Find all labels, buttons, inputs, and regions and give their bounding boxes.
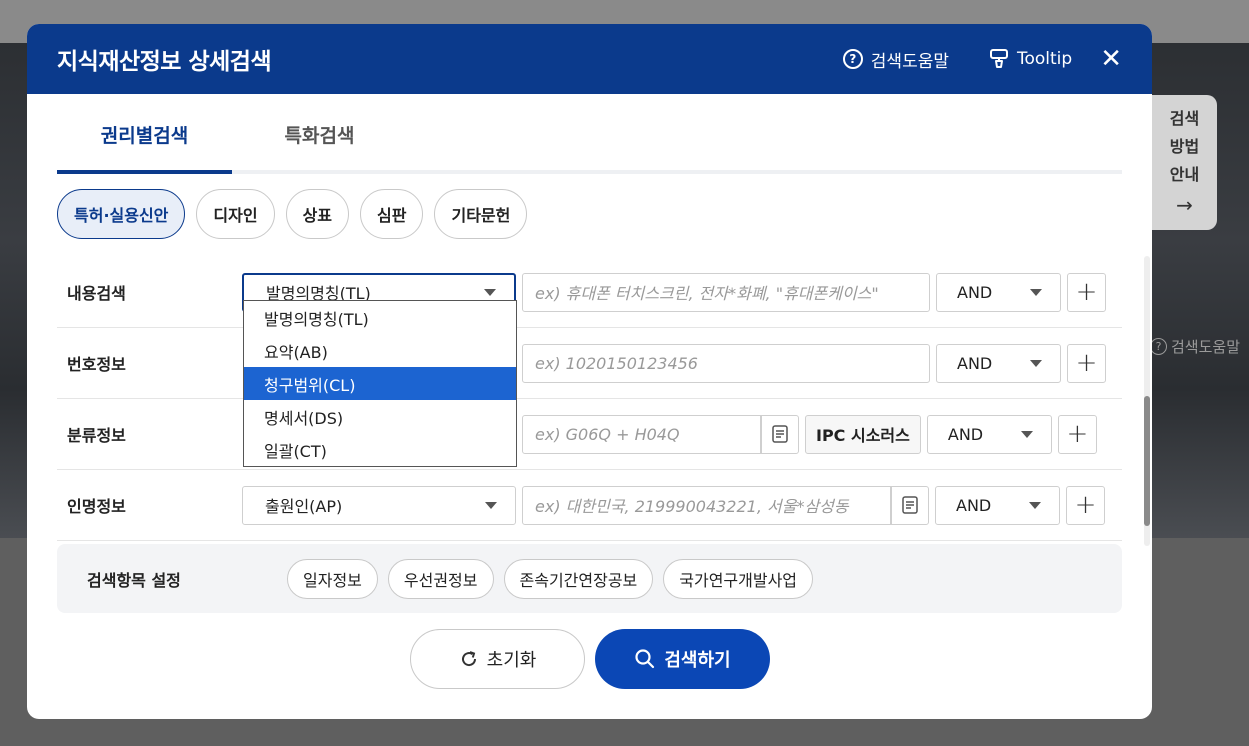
operator-select[interactable]: AND bbox=[936, 272, 1061, 312]
add-row-button[interactable]: + bbox=[1066, 485, 1105, 525]
dropdown-option-highlighted[interactable]: 청구범위(CL) bbox=[244, 367, 516, 400]
setting-national-rnd[interactable]: 국가연구개발사업 bbox=[663, 558, 814, 599]
dropdown-option[interactable]: 일괄(CT) bbox=[244, 433, 516, 466]
search-label: 검색하기 bbox=[664, 650, 731, 671]
operator-select[interactable]: AND bbox=[935, 485, 1060, 525]
add-row-button[interactable]: + bbox=[1057, 414, 1097, 454]
action-buttons: 초기화 검색하기 bbox=[410, 629, 770, 689]
advanced-search-modal: 지식재산정보 상세검색 ? 검색도움말 Tooltip ✕ 권리별검색 특화검색… bbox=[27, 24, 1152, 719]
question-icon: ? bbox=[1150, 338, 1167, 355]
arrow-right-icon: → bbox=[1176, 193, 1193, 217]
row-number-info: 번호정보 ex) 1020150123456 AND + bbox=[57, 328, 1122, 399]
document-icon bbox=[772, 425, 788, 443]
dropdown-option[interactable]: 발명의명칭(TL) bbox=[244, 301, 516, 334]
chip-patent-utility[interactable]: 특허·실용신안 bbox=[57, 189, 186, 239]
row-content-search: 내용검색 발명의명칭(TL) ex) 휴대폰 터치스크린, 전자*화폐, "휴대… bbox=[57, 257, 1122, 328]
search-item-settings: 검색항목 설정 일자정보 우선권정보 존속기간연장공보 국가연구개발사업 bbox=[57, 544, 1122, 613]
chip-trial[interactable]: 심판 bbox=[360, 189, 424, 239]
classification-lookup-button[interactable] bbox=[761, 414, 799, 454]
row-label: 번호정보 bbox=[67, 355, 126, 374]
setting-date-info[interactable]: 일자정보 bbox=[287, 558, 378, 599]
operator-value: AND bbox=[957, 353, 993, 373]
caret-down-icon bbox=[1030, 359, 1042, 367]
add-row-button[interactable]: + bbox=[1067, 343, 1106, 383]
add-row-button[interactable]: + bbox=[1067, 272, 1106, 312]
document-icon bbox=[902, 496, 918, 514]
ipc-thesaurus-button[interactable]: IPC 시소러스 bbox=[805, 414, 921, 454]
row-person-info: 인명정보 출원인(AP) ex) 대한민국, 219990043221, 서울*… bbox=[57, 470, 1122, 541]
category-chips: 특허·실용신안 디자인 상표 심판 기타문헌 bbox=[57, 189, 1122, 239]
tooltip-label: Tooltip bbox=[1017, 49, 1073, 69]
settings-label: 검색항목 설정 bbox=[87, 570, 181, 590]
select-value: 출원인(AP) bbox=[265, 497, 343, 516]
person-field-select[interactable]: 출원인(AP) bbox=[242, 485, 516, 525]
operator-value: AND bbox=[957, 282, 993, 302]
content-field-dropdown: 발명의명칭(TL) 요약(AB) 청구범위(CL) 명세서(DS) 일괄(CT) bbox=[243, 300, 517, 467]
tab-special-search[interactable]: 특화검색 bbox=[232, 94, 407, 170]
search-guide-button[interactable]: 검색 방법 안내 → bbox=[1152, 95, 1217, 230]
search-help-button[interactable]: ? 검색도움말 bbox=[842, 47, 949, 72]
modal-header: 지식재산정보 상세검색 ? 검색도움말 Tooltip ✕ bbox=[27, 24, 1152, 94]
scrollbar-thumb[interactable] bbox=[1144, 396, 1150, 526]
close-button[interactable]: ✕ bbox=[1100, 46, 1122, 72]
chip-other-documents[interactable]: 기타문헌 bbox=[434, 189, 528, 239]
operator-value: AND bbox=[956, 495, 992, 515]
operator-select[interactable]: AND bbox=[926, 414, 1052, 454]
reset-button[interactable]: 초기화 bbox=[410, 629, 585, 689]
classification-search-input[interactable]: ex) G06Q + H04Q bbox=[522, 414, 761, 454]
caret-down-icon bbox=[1029, 501, 1041, 509]
search-help-label: 검색도움말 bbox=[870, 51, 949, 72]
reset-label: 초기화 bbox=[486, 650, 537, 671]
search-guide-line2: 방법 bbox=[1169, 137, 1200, 156]
row-label: 내용검색 bbox=[67, 284, 126, 303]
operator-value: AND bbox=[947, 424, 984, 444]
row-classification-info: 분류정보 ex) G06Q + H04Q IPC 시소러스 AND + bbox=[57, 399, 1122, 470]
scrollbar[interactable] bbox=[1144, 256, 1150, 546]
dropdown-option[interactable]: 명세서(DS) bbox=[244, 400, 516, 433]
background-help-link: ? 검색도움말 bbox=[1150, 336, 1240, 357]
modal-title: 지식재산정보 상세검색 bbox=[57, 49, 272, 75]
question-icon: ? bbox=[842, 49, 863, 69]
refresh-icon bbox=[461, 651, 476, 667]
number-search-input[interactable]: ex) 1020150123456 bbox=[522, 343, 930, 383]
caret-down-icon bbox=[1020, 430, 1033, 438]
row-label: 인명정보 bbox=[67, 497, 126, 516]
search-icon bbox=[635, 649, 655, 669]
tooltip-icon bbox=[990, 49, 1008, 68]
search-tabs: 권리별검색 특화검색 bbox=[57, 94, 1122, 174]
search-guide-line3: 안내 bbox=[1169, 165, 1200, 184]
caret-down-icon bbox=[485, 501, 497, 509]
setting-term-extension[interactable]: 존속기간연장공보 bbox=[503, 558, 654, 599]
background-help-label: 검색도움말 bbox=[1171, 338, 1241, 356]
search-button[interactable]: 검색하기 bbox=[595, 629, 770, 689]
caret-down-icon bbox=[484, 288, 496, 296]
search-guide-line1: 검색 bbox=[1169, 109, 1200, 128]
search-rows: 내용검색 발명의명칭(TL) ex) 휴대폰 터치스크린, 전자*화폐, "휴대… bbox=[57, 257, 1122, 541]
tooltip-button[interactable]: Tooltip bbox=[989, 48, 1072, 70]
person-lookup-button[interactable] bbox=[891, 485, 929, 525]
chip-trademark[interactable]: 상표 bbox=[285, 189, 350, 239]
setting-priority-info[interactable]: 우선권정보 bbox=[387, 558, 494, 599]
person-search-input[interactable]: ex) 대한민국, 219990043221, 서울*삼성동 bbox=[522, 485, 891, 525]
tab-rights-search[interactable]: 권리별검색 bbox=[57, 94, 232, 174]
row-label: 분류정보 bbox=[67, 426, 126, 445]
dropdown-option[interactable]: 요약(AB) bbox=[244, 334, 516, 367]
content-search-input[interactable]: ex) 휴대폰 터치스크린, 전자*화폐, "휴대폰케이스" bbox=[522, 272, 930, 312]
operator-select[interactable]: AND bbox=[936, 343, 1061, 383]
caret-down-icon bbox=[1030, 288, 1042, 296]
chip-design[interactable]: 디자인 bbox=[196, 189, 275, 239]
